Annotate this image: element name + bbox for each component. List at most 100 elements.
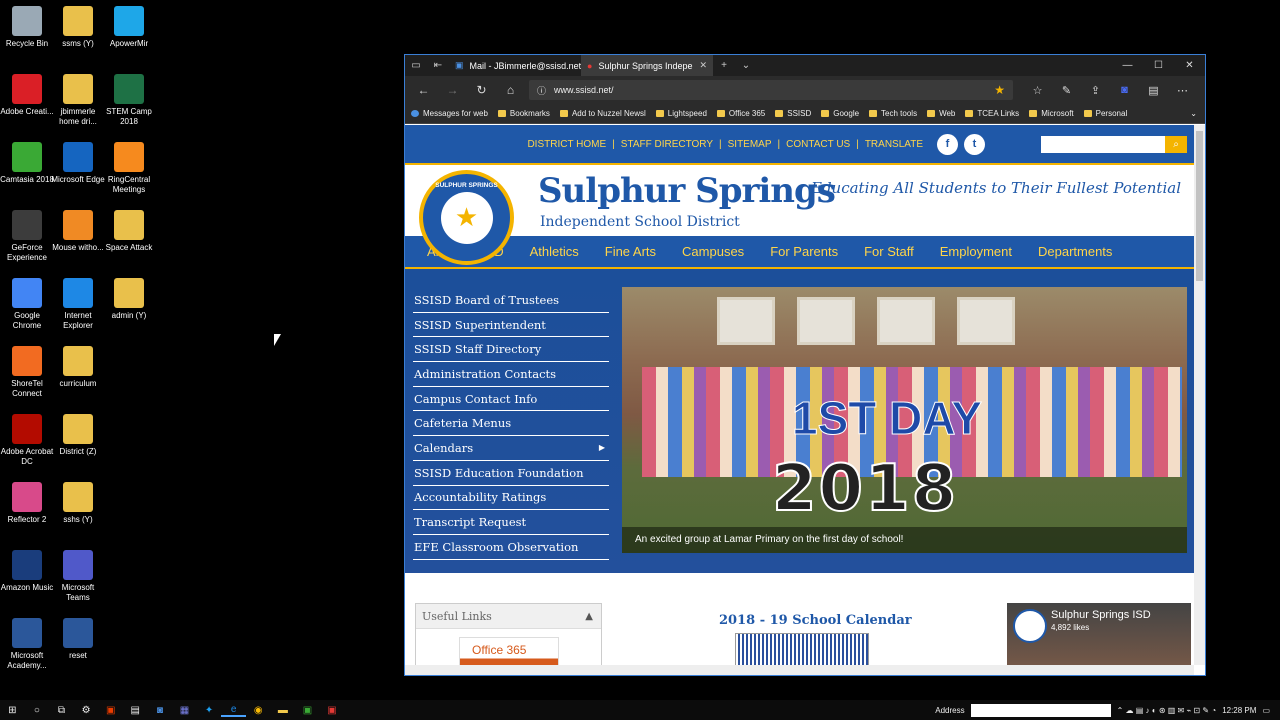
tab-mail[interactable]: ▣ Mail - JBimmerle@ssisd.net [449, 55, 581, 76]
office-icon[interactable]: ▣ [98, 705, 123, 716]
maximize-icon[interactable]: ☐ [1143, 60, 1174, 71]
facebook-icon[interactable]: f [937, 133, 958, 155]
desktop-icon[interactable]: Internet Explorer [51, 278, 105, 331]
desktop-icon[interactable]: sshs (Y) [51, 482, 105, 525]
side-menu-item[interactable]: Calendars ▶ [413, 436, 609, 461]
desktop-icon[interactable]: Mouse witho... [51, 210, 105, 253]
desktop-icon[interactable]: Microsoft Edge [51, 142, 105, 185]
taskbar-address-input[interactable] [970, 703, 1111, 717]
district-seal[interactable]: SULPHUR SPRINGS ★ [419, 170, 514, 265]
top-link[interactable]: CONTACT US [786, 139, 850, 150]
set-aside-tabs-icon[interactable]: ⇤ [427, 60, 449, 71]
main-nav-item[interactable]: Employment [940, 244, 1012, 259]
share-icon[interactable]: ⇪ [1081, 84, 1110, 97]
favorite-item[interactable]: Bookmarks [497, 109, 550, 118]
calendar-image[interactable] [735, 633, 869, 665]
desktop-icon[interactable]: Recycle Bin [0, 6, 54, 49]
side-menu-item[interactable]: Transcript Request [413, 510, 609, 535]
more-icon[interactable]: ⋯ [1168, 84, 1197, 97]
cortana-icon[interactable]: ○ [25, 705, 50, 716]
side-menu-item[interactable]: Campus Contact Info [413, 387, 609, 412]
desktop-icon[interactable]: admin (Y) [102, 278, 156, 321]
windows-start-icon[interactable]: ⊞ [0, 705, 25, 716]
favorites-overflow-icon[interactable]: ⌄ [1190, 109, 1197, 118]
desktop-icon[interactable]: District (Z) [51, 414, 105, 457]
favorite-item[interactable]: Add to Nuzzel Newsl [559, 109, 646, 118]
notifications-icon[interactable]: ▭ [1262, 706, 1270, 715]
desktop-icon[interactable]: GeForce Experience [0, 210, 54, 263]
favorite-item[interactable]: Google [821, 109, 859, 118]
desktop-icon[interactable]: Adobe Creati... [0, 74, 54, 117]
desktop-icon[interactable]: ssms (Y) [51, 6, 105, 49]
search-icon[interactable]: ⌕ [1165, 135, 1187, 153]
desktop-icon[interactable]: curriculum [51, 346, 105, 389]
side-menu-item[interactable]: Administration Contacts [413, 362, 609, 387]
main-nav-item[interactable]: Fine Arts [605, 244, 656, 259]
clock[interactable]: 12:28 PM [1222, 706, 1256, 715]
desktop-icon[interactable]: Camtasia 2018 [0, 142, 54, 185]
desktop-icon[interactable]: Reflector 2 [0, 482, 54, 525]
favorite-item[interactable]: Office 365 [716, 109, 765, 118]
top-link[interactable]: TRANSLATE [865, 139, 923, 150]
calendar-title[interactable]: 2018 - 19 School Calendar [719, 613, 912, 628]
camtasia-recorder-icon[interactable]: ▣ [320, 705, 345, 716]
favorite-star-icon[interactable]: ★ [994, 83, 1005, 97]
desktop-icon[interactable]: STEM Camp 2018 [102, 74, 156, 127]
side-menu-item[interactable]: SSISD Board of Trustees [413, 288, 609, 313]
desktop-icon[interactable]: ShoreTel Connect [0, 346, 54, 399]
home-icon[interactable]: ⌂ [496, 83, 525, 97]
desktop-icon[interactable]: Amazon Music [0, 550, 54, 593]
forward-icon[interactable]: → [438, 83, 467, 97]
main-nav-item[interactable]: Athletics [530, 244, 579, 259]
top-link[interactable]: SITEMAP [728, 139, 772, 150]
favorite-item[interactable]: Web [927, 109, 955, 118]
edge-taskbar-icon[interactable]: e [221, 704, 246, 717]
side-menu-item[interactable]: SSISD Superintendent [413, 313, 609, 338]
new-tab-icon[interactable]: + [713, 60, 735, 71]
side-menu-item[interactable]: Cafeteria Menus [413, 411, 609, 437]
remote-icon[interactable]: ▤ [123, 705, 148, 716]
top-link[interactable]: DISTRICT HOME [527, 139, 606, 150]
tray-icons[interactable]: ⌃ ☁ ▤ ♪ ◐ ⊛ ▥ ✉ ⌁ ⊡ ✎ ◔ [1117, 706, 1217, 715]
settings-icon[interactable]: ⚙ [74, 705, 99, 716]
scroll-thumb[interactable] [1196, 131, 1203, 281]
minimize-icon[interactable]: — [1112, 60, 1143, 71]
vertical-scrollbar[interactable] [1194, 125, 1205, 665]
outlook-taskbar-icon[interactable]: ◙ [148, 705, 173, 716]
site-search-input[interactable]: ⌕ [1041, 135, 1187, 153]
office365-link[interactable]: Office 365 [459, 637, 559, 665]
task-view-icon[interactable]: ⧉ [49, 705, 74, 716]
side-menu-item[interactable]: SSISD Education Foundation [413, 461, 609, 486]
favorite-item[interactable]: Personal [1083, 109, 1127, 118]
horizontal-scrollbar[interactable] [405, 665, 1194, 675]
desktop-icon[interactable]: Adobe Acrobat DC [0, 414, 54, 467]
desktop-icon[interactable]: Google Chrome [0, 278, 54, 331]
close-tab-icon[interactable]: ✕ [699, 60, 707, 71]
extension-icon[interactable]: ◙ [1110, 84, 1139, 97]
pen-icon[interactable]: ✎ [1052, 84, 1081, 97]
desktop-icon[interactable]: Microsoft Teams [51, 550, 105, 603]
side-menu-item[interactable]: Accountability Ratings [413, 486, 609, 511]
teams-taskbar-icon[interactable]: ▦ [172, 705, 197, 716]
file-explorer-icon[interactable]: ▬ [271, 705, 296, 716]
desktop-icon[interactable]: ApowerMir [102, 6, 156, 49]
favorite-item[interactable]: Messages for web [411, 109, 488, 118]
facebook-widget[interactable]: Sulphur Springs ISD 4,892 likes [1007, 603, 1191, 665]
top-link[interactable]: STAFF DIRECTORY [621, 139, 713, 150]
chrome-taskbar-icon[interactable]: ◉ [246, 705, 271, 716]
tab-list-chevron-icon[interactable]: ⌄ [735, 60, 757, 71]
collapse-triangle-icon[interactable]: ▲ [585, 611, 593, 622]
main-nav-item[interactable]: Campuses [682, 244, 744, 259]
extension2-icon[interactable]: ▤ [1139, 84, 1168, 97]
desktop-icon[interactable]: Microsoft Academy... [0, 618, 54, 671]
favorite-item[interactable]: SSISD [775, 109, 811, 118]
useful-links-header[interactable]: Useful Links ▲ [416, 604, 601, 629]
camtasia-taskbar-icon[interactable]: ▣ [295, 705, 320, 716]
favorite-item[interactable]: Microsoft [1029, 109, 1074, 118]
desktop-icon[interactable]: reset [51, 618, 105, 661]
favorite-item[interactable]: Lightspeed [655, 109, 707, 118]
favorite-item[interactable]: Tech tools [869, 109, 917, 118]
address-bar[interactable]: ⓘ www.ssisd.net/ ★ [529, 80, 1013, 100]
side-menu-item[interactable]: EFE Classroom Observation [413, 535, 609, 560]
site-title[interactable]: Sulphur Springs [538, 171, 836, 211]
